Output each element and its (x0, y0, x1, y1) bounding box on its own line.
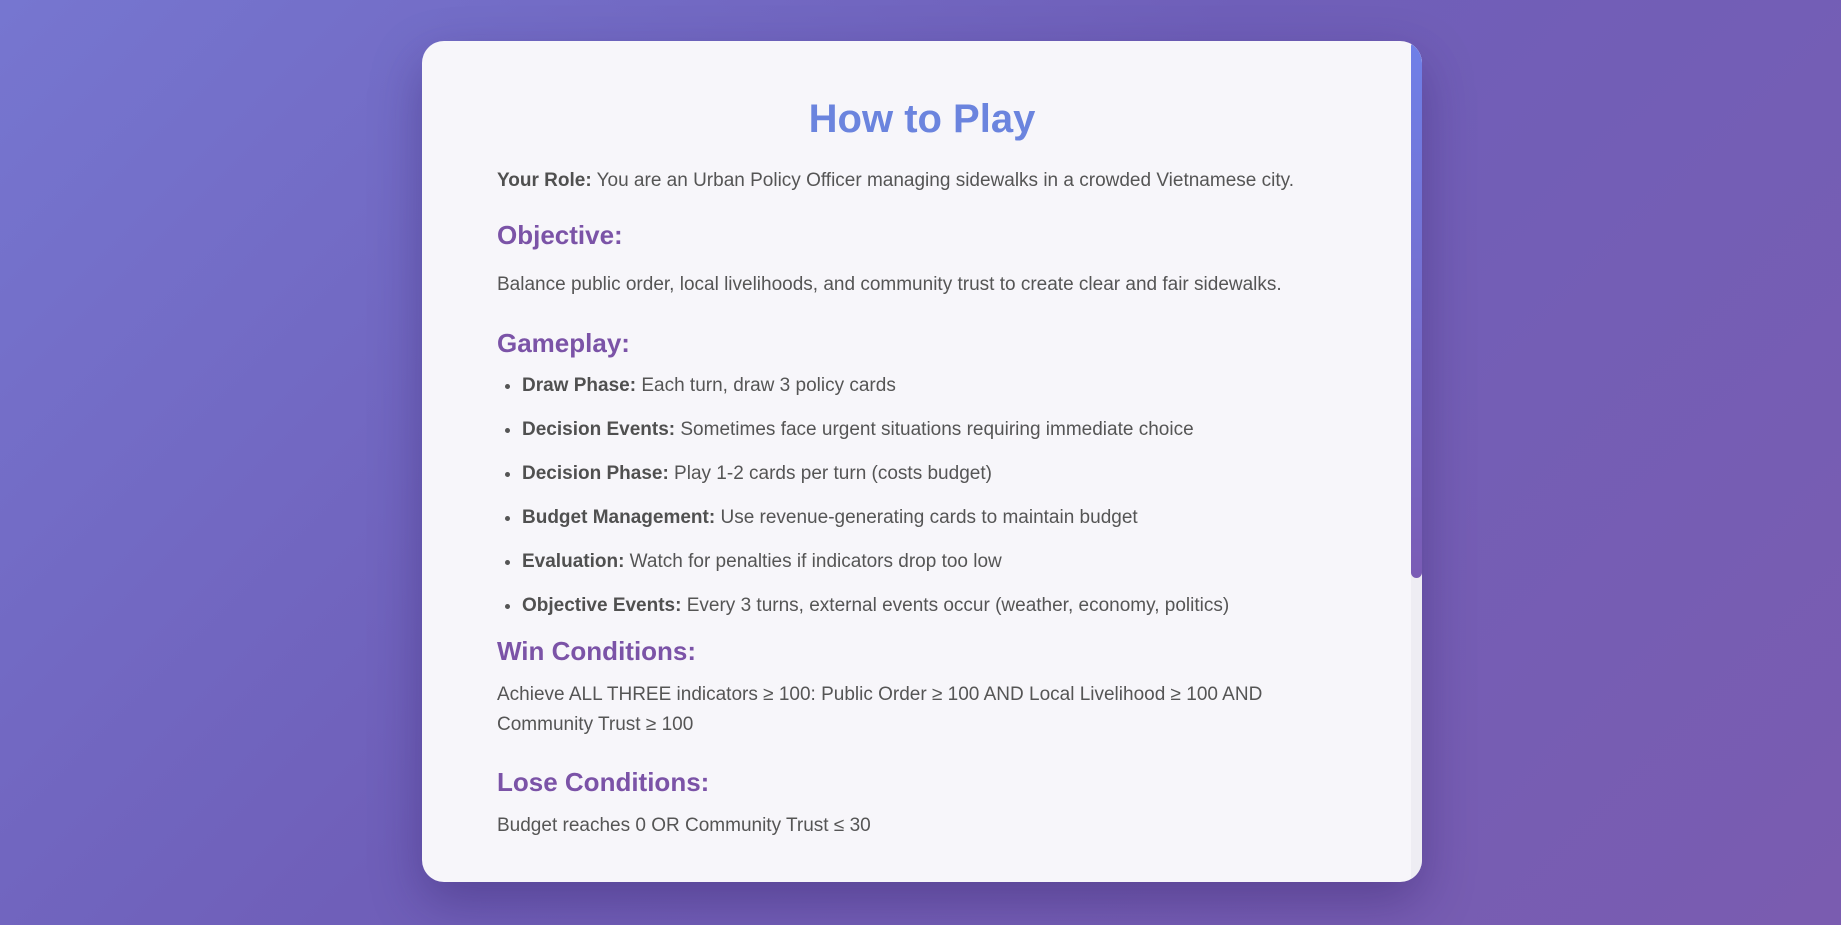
list-item: Evaluation: Watch for penalties if indic… (522, 547, 1347, 577)
list-item-label: Evaluation: (522, 551, 625, 572)
gameplay-heading: Gameplay: (497, 328, 630, 358)
list-item-text: Use revenue-generating cards to maintain… (715, 507, 1138, 528)
list-item-text: Watch for penalties if indicators drop t… (624, 551, 1002, 572)
scrollbar-thumb[interactable] (1411, 41, 1422, 578)
win-conditions-text: Achieve ALL THREE indicators ≥ 100: Publ… (497, 684, 1263, 735)
modal-content: How to Play Your Role: You are an Urban … (497, 41, 1347, 841)
list-item-label: Decision Phase: (522, 463, 669, 484)
modal-scrollbar[interactable] (1411, 41, 1422, 882)
list-item: Decision Events: Sometimes face urgent s… (522, 415, 1347, 445)
list-item: Budget Management: Use revenue-generatin… (522, 503, 1347, 533)
list-item-text: Sometimes face urgent situations requiri… (675, 419, 1194, 440)
list-item: Decision Phase: Play 1-2 cards per turn … (522, 459, 1347, 489)
list-item-label: Objective Events: (522, 595, 682, 616)
list-item-text: Every 3 turns, external events occur (we… (681, 595, 1230, 616)
list-item: Draw Phase: Each turn, draw 3 policy car… (522, 371, 1347, 401)
list-item-text: Each turn, draw 3 policy cards (636, 375, 896, 396)
gameplay-list: Draw Phase: Each turn, draw 3 policy car… (497, 371, 1347, 621)
objective-heading: Objective: (497, 220, 623, 250)
list-item: Objective Events: Every 3 turns, externa… (522, 591, 1347, 621)
objective-text: Balance public order, local livelihoods,… (497, 274, 1282, 295)
win-conditions-heading: Win Conditions: (497, 636, 697, 666)
lose-conditions-text: Budget reaches 0 OR Community Trust ≤ 30 (497, 815, 871, 836)
role-label: Your Role: (497, 170, 592, 191)
how-to-play-modal: How to Play Your Role: You are an Urban … (422, 41, 1422, 882)
list-item-label: Decision Events: (522, 419, 676, 440)
role-paragraph: Your Role: You are an Urban Policy Offic… (497, 166, 1347, 196)
list-item-text: Play 1-2 cards per turn (costs budget) (668, 463, 992, 484)
list-item-label: Draw Phase: (522, 375, 637, 396)
list-item-label: Budget Management: (522, 507, 716, 528)
lose-conditions-heading: Lose Conditions: (497, 767, 710, 797)
modal-title: How to Play (808, 97, 1036, 141)
role-text: You are an Urban Policy Officer managing… (591, 170, 1294, 191)
